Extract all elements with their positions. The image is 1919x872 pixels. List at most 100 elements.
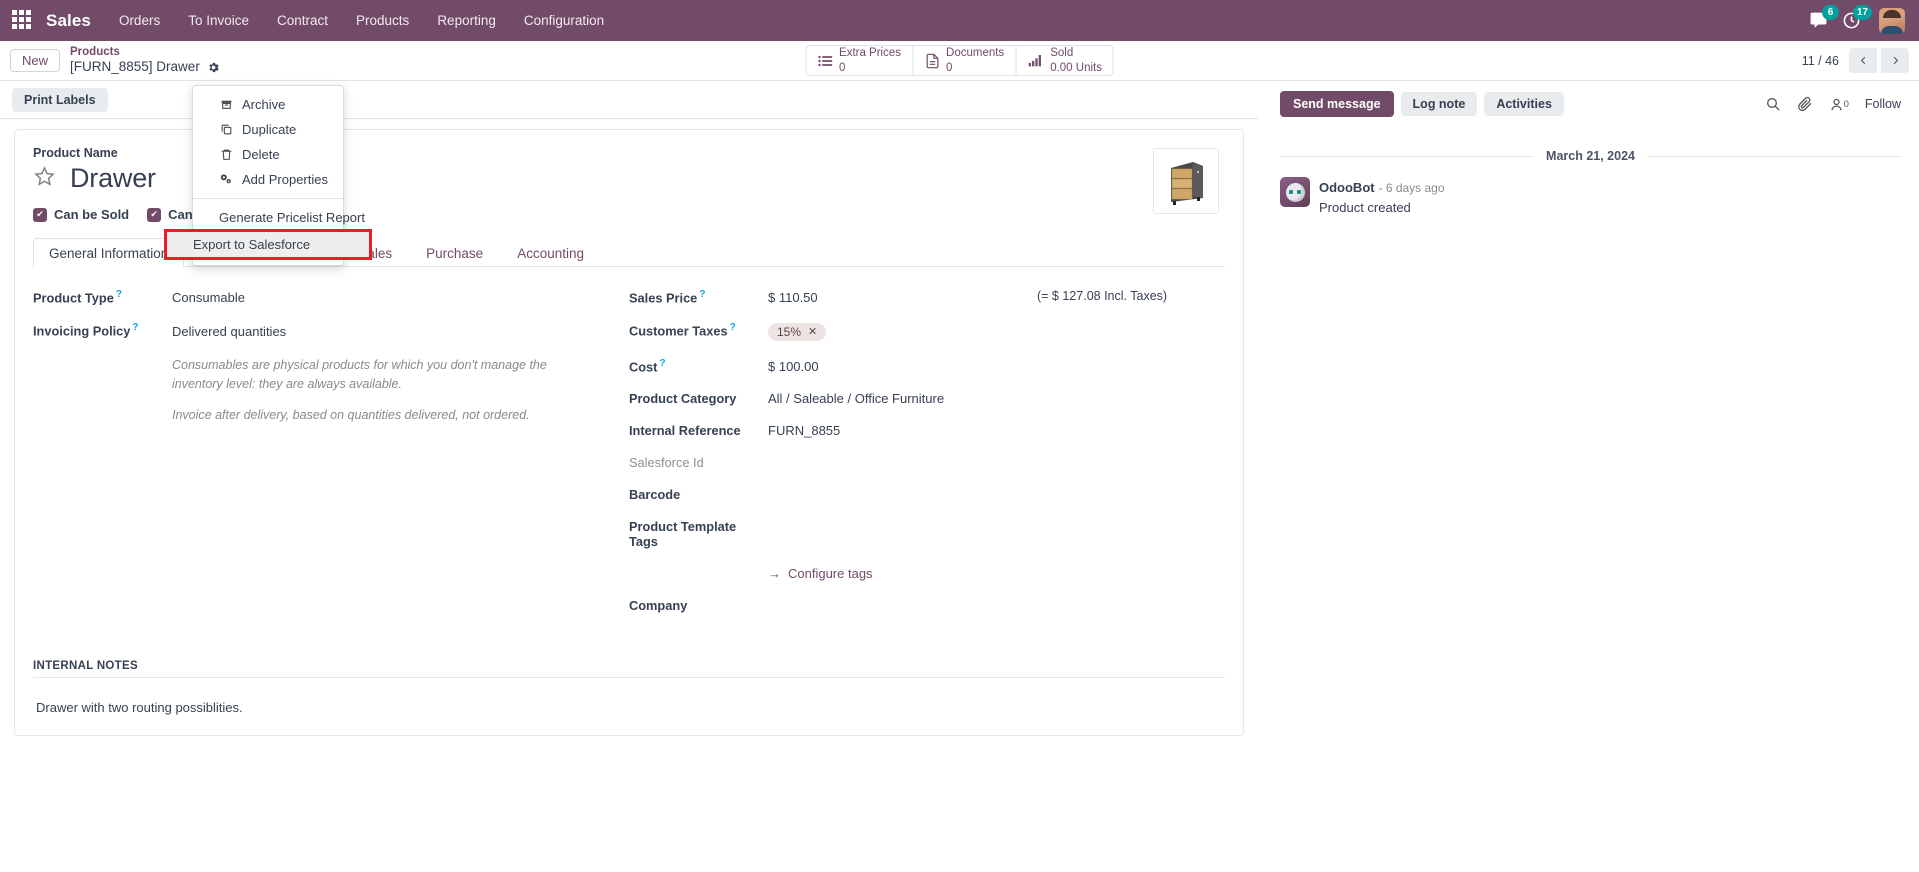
menu-item-add-properties[interactable]: Add Properties — [193, 167, 343, 192]
chatter-panel: Send message Log note Activities 0 Follo… — [1258, 81, 1919, 872]
activities-button[interactable]: Activities — [1484, 92, 1564, 116]
chevron-right-icon — [1893, 56, 1898, 65]
paperclip-icon[interactable] — [1797, 96, 1813, 112]
field-customer-taxes-value[interactable]: 15% ✕ — [759, 322, 1205, 341]
tax-tag[interactable]: 15% ✕ — [768, 322, 827, 341]
pager-previous-button[interactable] — [1849, 48, 1877, 73]
field-customer-taxes-label: Customer Taxes? — [629, 322, 759, 338]
menu-item-archive[interactable]: Archive — [193, 92, 343, 117]
field-invoicing-policy-value[interactable]: Delivered quantities — [163, 324, 609, 339]
tab-accounting[interactable]: Accounting — [501, 238, 600, 267]
menu-item-delete-label: Delete — [242, 147, 280, 162]
chatter-toolbar-right: 0 Follow — [1765, 96, 1901, 112]
apps-grid-icon[interactable] — [12, 9, 34, 32]
nav-item-products[interactable]: Products — [342, 0, 423, 41]
configure-tags-link[interactable]: → Configure tags — [768, 566, 873, 581]
stat-label-documents: Documents — [946, 47, 1005, 60]
app-brand-sales[interactable]: Sales — [44, 11, 105, 31]
stat-value-documents: 0 — [946, 61, 953, 74]
menu-item-generate-pricelist-report[interactable]: Generate Pricelist Report — [193, 205, 365, 230]
menu-item-archive-label: Archive — [242, 97, 286, 112]
field-product-category-label: Product Category — [629, 390, 737, 406]
internal-notes-title: INTERNAL NOTES — [33, 660, 1225, 678]
help-icon[interactable]: ? — [132, 322, 138, 333]
page-title: Drawer — [70, 163, 156, 193]
field-cost-label: Cost? — [629, 358, 759, 374]
field-company: Company — [629, 598, 1205, 613]
nav-item-reporting[interactable]: Reporting — [423, 0, 510, 41]
chatter-message-author: OdooBot — [1319, 180, 1375, 195]
send-message-button[interactable]: Send message — [1280, 91, 1394, 117]
search-icon[interactable] — [1765, 96, 1781, 112]
field-invoicing-policy-label-text: Invoicing Policy — [33, 323, 131, 339]
field-cost-label-text: Cost — [629, 358, 658, 374]
navbar-right-group: 6 17 — [1809, 5, 1909, 34]
field-internal-reference-value[interactable]: FURN_8855 — [759, 423, 1205, 438]
chatter-message-text: Product created — [1319, 199, 1411, 215]
control-panel: New Products [FURN_8855] Drawer Extra Pr… — [0, 41, 1919, 81]
menu-item-export-to-salesforce[interactable]: Export to Salesforce — [164, 229, 372, 260]
menu-item-duplicate[interactable]: Duplicate — [193, 117, 343, 142]
field-customer-taxes-label-text: Customer Taxes — [629, 323, 728, 339]
archive-icon — [219, 98, 233, 111]
field-product-type-value[interactable]: Consumable — [163, 290, 609, 305]
field-cost-value[interactable]: $ 100.00 — [759, 359, 1205, 374]
followers-count: 0 — [1843, 98, 1849, 110]
form-statusbar: Print Labels — [0, 81, 1258, 119]
breadcrumb-parent-products[interactable]: Products — [70, 45, 220, 59]
hint-container: Consumables are physical products for wh… — [163, 356, 609, 426]
activities-badge: 17 — [1852, 5, 1872, 20]
follow-button[interactable]: Follow — [1865, 97, 1901, 111]
help-icon[interactable]: ? — [659, 358, 665, 369]
checkbox-can-be-sold-label: Can be Sold — [54, 207, 130, 222]
internal-notes-section: INTERNAL NOTES Drawer with two routing p… — [33, 660, 1225, 715]
chatter-date-label: March 21, 2024 — [1546, 149, 1635, 163]
nav-item-orders[interactable]: Orders — [105, 0, 174, 41]
chatter-message: OdooBot - 6 days ago Product created — [1280, 177, 1901, 218]
stat-label-sold: Sold — [1050, 47, 1074, 60]
nav-item-contract[interactable]: Contract — [263, 0, 342, 41]
help-icon[interactable]: ? — [730, 322, 736, 333]
tab-general-information[interactable]: General Information — [33, 238, 185, 267]
breadcrumb: Products [FURN_8855] Drawer — [70, 45, 220, 75]
stat-button-sold[interactable]: Sold 0.00 Units — [1016, 46, 1113, 75]
field-company-label: Company — [629, 597, 688, 613]
chevron-left-icon — [1860, 56, 1865, 65]
checkbox-can-be-sold[interactable]: ✔ Can be Sold — [33, 207, 129, 222]
stat-value-sold: 0.00 Units — [1050, 61, 1102, 74]
log-note-button[interactable]: Log note — [1400, 92, 1478, 116]
chatter-message-header: OdooBot - 6 days ago — [1319, 177, 1445, 198]
stat-button-documents[interactable]: Documents 0 — [913, 46, 1017, 75]
field-sales-price: Sales Price? $ 110.50 (= $ 127.08 Incl. … — [629, 289, 1205, 305]
pager-next-button[interactable] — [1881, 48, 1909, 73]
messages-button[interactable]: 6 — [1809, 5, 1839, 30]
star-icon[interactable] — [33, 165, 56, 193]
followers-button[interactable]: 0 — [1829, 97, 1849, 112]
menu-item-delete[interactable]: Delete — [193, 142, 343, 167]
print-labels-button[interactable]: Print Labels — [12, 87, 108, 112]
stat-button-extra-prices[interactable]: Extra Prices 0 — [806, 46, 914, 75]
close-icon[interactable]: ✕ — [808, 325, 817, 338]
activities-button[interactable]: 17 — [1842, 5, 1872, 30]
help-icon[interactable]: ? — [699, 289, 705, 300]
field-customer-taxes: Customer Taxes? 15% ✕ — [629, 322, 1205, 341]
tax-tag-label: 15% — [777, 324, 802, 339]
chatter-message-time: - 6 days ago — [1378, 181, 1445, 195]
user-avatar[interactable] — [1879, 7, 1905, 34]
field-product-template-tags: Product Template Tags — [629, 519, 1205, 549]
chatter-toolbar: Send message Log note Activities 0 Follo… — [1280, 91, 1901, 117]
help-icon[interactable]: ? — [116, 289, 122, 300]
product-image[interactable] — [1153, 148, 1219, 214]
gear-icon[interactable] — [207, 61, 220, 74]
nav-item-configuration[interactable]: Configuration — [510, 0, 618, 41]
new-button[interactable]: New — [10, 49, 61, 72]
field-barcode: Barcode — [629, 487, 1205, 502]
menu-item-add-properties-label: Add Properties — [242, 172, 328, 187]
nav-item-to-invoice[interactable]: To Invoice — [174, 0, 263, 41]
breadcrumb-current-label: [FURN_8855] Drawer — [70, 59, 200, 75]
messages-badge: 6 — [1822, 5, 1839, 20]
stat-buttons: Extra Prices 0 Documents 0 Sold 0.00 Uni… — [805, 45, 1114, 76]
tab-purchase[interactable]: Purchase — [410, 238, 499, 267]
field-product-category-value[interactable]: All / Saleable / Office Furniture — [759, 391, 1205, 406]
internal-notes-body[interactable]: Drawer with two routing possiblities. — [33, 700, 1225, 715]
